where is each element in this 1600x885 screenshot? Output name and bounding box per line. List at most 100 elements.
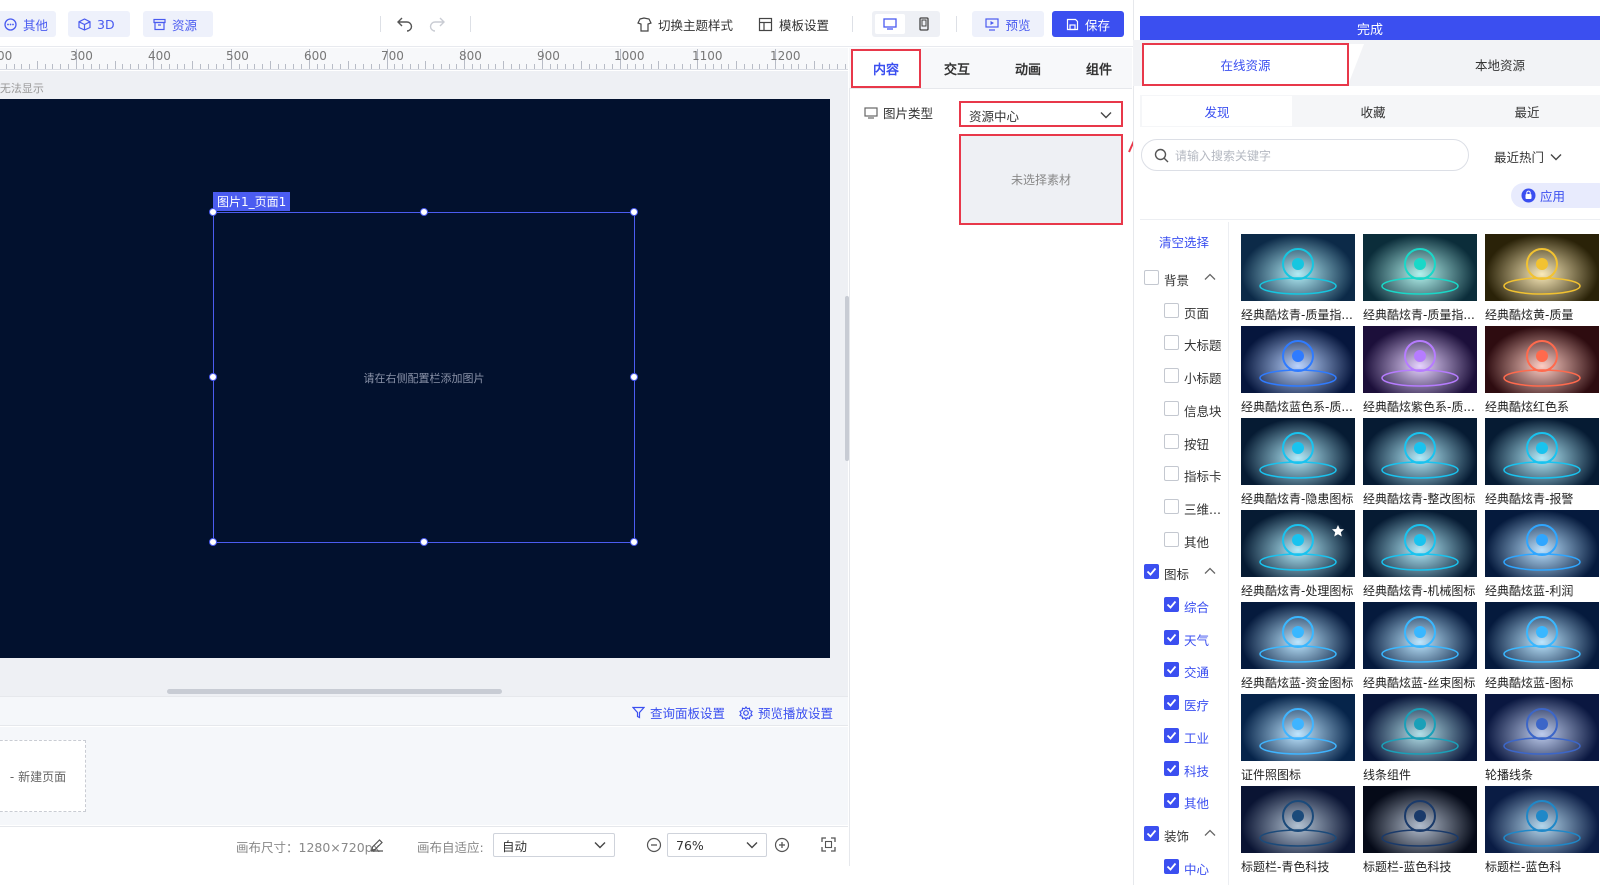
resource-thumbnail[interactable] [1363,418,1477,485]
undo-icon[interactable] [396,14,414,32]
subcategory-label[interactable]: 按钮 [1184,434,1209,453]
subcategory-label[interactable]: 小标题 [1184,368,1222,387]
image-element[interactable]: 请在右侧配置栏添加图片 [209,208,638,546]
tab-component[interactable]: 组件 [1064,50,1134,87]
tab-local-resources[interactable]: 本地资源 [1400,44,1600,85]
subcategory-label[interactable]: 交通 [1184,662,1209,681]
zoom-out-icon[interactable] [646,837,662,853]
category-checkbox[interactable] [1144,564,1159,580]
subcategory-label[interactable]: 综合 [1184,597,1209,616]
resize-handle[interactable] [209,373,217,381]
fullscreen-icon[interactable] [821,837,836,852]
resource-thumbnail[interactable] [1363,602,1477,669]
resource-thumbnail[interactable] [1241,326,1355,393]
subcategory-label[interactable]: 科技 [1184,761,1209,780]
resource-thumbnail[interactable] [1485,786,1599,853]
subcategory-label[interactable]: 页面 [1184,303,1209,322]
subcategory-label[interactable]: 中心 [1184,859,1209,878]
tab-interaction[interactable]: 交互 [922,50,992,87]
resource-thumbnail[interactable] [1241,786,1355,853]
resource-thumbnail[interactable] [1485,510,1599,577]
new-page-button[interactable]: - 新建页面 [0,740,86,812]
edit-icon[interactable] [370,838,384,852]
subcategory-label[interactable]: 工业 [1184,728,1209,747]
favorite-star-icon[interactable] [1331,524,1345,538]
category-label[interactable]: 图标 [1164,564,1189,583]
subcategory-checkbox[interactable] [1164,400,1179,416]
template-settings-button[interactable]: 模板设置 [758,11,829,37]
resize-handle[interactable] [209,208,217,216]
resource-thumbnail[interactable] [1363,694,1477,761]
search-input[interactable]: 请输入搜索关键字 [1141,139,1469,171]
resize-handle[interactable] [630,538,638,546]
subcategory-checkbox[interactable] [1164,433,1179,449]
preview-button[interactable]: 预览 [972,11,1044,37]
mobile-icon[interactable] [910,14,938,34]
resource-thumbnail[interactable] [1363,326,1477,393]
query-panel-settings-link[interactable]: 查询面板设置 [632,703,725,722]
category-checkbox[interactable] [1144,270,1159,285]
auto-fit-select[interactable]: 自动 [493,833,615,857]
category-label[interactable]: 背景 [1164,270,1189,289]
horizontal-scrollbar[interactable] [167,689,502,694]
chevron-up-icon[interactable] [1204,567,1216,575]
element-label[interactable]: 图片1_页面1 [213,192,291,211]
subcategory-checkbox[interactable] [1164,662,1179,678]
other-button[interactable]: 其他 [0,11,56,37]
subcategory-checkbox[interactable] [1164,695,1179,711]
redo-icon[interactable] [428,14,446,32]
resource-thumbnail[interactable] [1485,602,1599,669]
subcategory-label[interactable]: 医疗 [1184,695,1209,714]
subcategory-checkbox[interactable] [1164,597,1179,612]
resource-thumbnail[interactable] [1241,418,1355,485]
resize-handle[interactable] [420,538,428,546]
zoom-select[interactable]: 76% [667,833,767,857]
switch-theme-button[interactable]: 切换主题样式 [637,11,733,37]
save-button[interactable]: 保存 [1052,11,1124,37]
subcategory-checkbox[interactable] [1164,531,1179,547]
subcategory-checkbox[interactable] [1164,368,1179,384]
apply-button[interactable]: 应用 [1511,183,1600,208]
subcategory-label[interactable]: 其他 [1184,793,1209,812]
resource-thumbnail[interactable] [1241,694,1355,761]
sort-select[interactable]: 最近热门 [1494,147,1562,166]
resource-button[interactable]: 资源 [143,11,213,37]
3d-button[interactable]: 3D [68,11,130,37]
resource-thumbnail[interactable] [1485,326,1599,393]
subcategory-label[interactable]: 信息块 [1184,401,1222,420]
subcategory-checkbox[interactable] [1164,466,1179,482]
tab-recent[interactable]: 最近 [1452,96,1600,126]
subcategory-checkbox[interactable] [1164,858,1179,874]
resource-thumbnail[interactable] [1363,786,1477,853]
resource-thumbnail[interactable] [1241,234,1355,301]
subcategory-checkbox[interactable] [1164,727,1179,743]
subcategory-checkbox[interactable] [1164,793,1179,809]
resource-thumbnail[interactable] [1485,694,1599,761]
subcategory-label[interactable]: 其他 [1184,532,1209,551]
preview-play-settings-link[interactable]: 预览播放设置 [739,703,833,722]
tab-animation[interactable]: 动画 [993,50,1063,87]
tab-favorites[interactable]: 收藏 [1298,96,1448,126]
zoom-in-icon[interactable] [774,837,790,853]
clear-selection-link[interactable]: 清空选择 [1159,232,1209,251]
subcategory-label[interactable]: 三维... [1184,499,1221,518]
subcategory-checkbox[interactable] [1164,760,1179,776]
subcategory-label[interactable]: 天气 [1184,630,1209,649]
subcategory-label[interactable]: 大标题 [1184,335,1222,354]
resource-thumbnail[interactable] [1485,234,1599,301]
resource-thumbnail[interactable] [1363,510,1477,577]
resource-thumbnail[interactable] [1485,418,1599,485]
resize-handle[interactable] [630,208,638,216]
subcategory-checkbox[interactable] [1164,302,1179,318]
desktop-icon[interactable] [875,14,905,34]
subcategory-checkbox[interactable] [1164,335,1179,351]
resource-thumbnail[interactable] [1241,510,1355,577]
subcategory-checkbox[interactable] [1164,629,1179,645]
resource-thumbnail[interactable] [1241,602,1355,669]
resize-handle[interactable] [630,373,638,381]
resize-handle[interactable] [420,208,428,216]
tab-discover[interactable]: 发现 [1142,96,1292,126]
chevron-up-icon[interactable] [1204,273,1216,281]
chevron-up-icon[interactable] [1204,829,1216,837]
done-button[interactable]: 完成 [1140,16,1600,40]
